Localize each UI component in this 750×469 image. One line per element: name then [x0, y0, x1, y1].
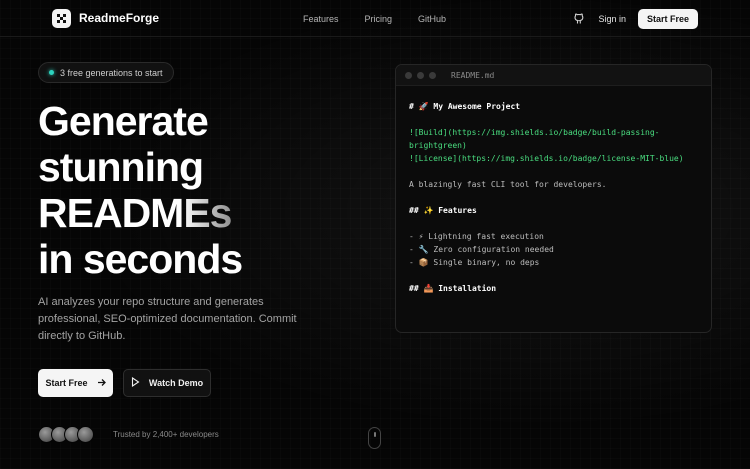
code-line: - ⚡ Lightning fast execution: [409, 232, 544, 241]
github-icon[interactable]: [572, 12, 586, 26]
code-line: # 🚀 My Awesome Project: [409, 102, 521, 111]
code-body: # 🚀 My Awesome Project ![Build](https://i…: [396, 86, 711, 295]
start-free-button[interactable]: Start Free: [38, 369, 113, 397]
nav-link-pricing[interactable]: Pricing: [365, 14, 393, 24]
code-line: - 🔧 Zero configuration needed: [409, 245, 554, 254]
developer-avatars: [38, 426, 94, 443]
arrow-right-icon: [97, 378, 106, 389]
headline-line-3: READMEs: [38, 190, 242, 236]
nav-link-features[interactable]: Features: [303, 14, 339, 24]
window-dot-icon: [405, 71, 412, 79]
window-titlebar: README.md: [396, 65, 711, 86]
status-dot-icon: [49, 70, 54, 75]
headline-line-4: in seconds: [38, 236, 243, 282]
start-free-label: Start Free: [45, 378, 88, 388]
file-name: README.md: [451, 70, 495, 80]
code-line: ## ✨ Features: [409, 206, 477, 215]
badge-text: 3 free generations to start: [60, 67, 163, 78]
code-line: ## 📥 Installation: [409, 284, 497, 293]
hero-subtext: AI analyzes your repo structure and gene…: [38, 296, 297, 342]
code-line: ![Build](https://img.shields.io/badge/bu…: [409, 128, 660, 137]
avatar: [77, 426, 94, 443]
signin-link[interactable]: Sign in: [598, 14, 626, 24]
nav-links: Features Pricing GitHub: [303, 0, 446, 37]
free-generations-badge: 3 free generations to start: [38, 62, 174, 83]
brand-name: ReadmeForge: [79, 11, 160, 25]
hero-headline: Generate stunning READMEs in seconds: [38, 98, 243, 282]
code-line: ![License](https://img.shields.io/badge/…: [409, 154, 684, 163]
window-dot-icon: [429, 71, 436, 79]
nav-start-free-button[interactable]: Start Free: [637, 8, 698, 29]
readme-preview-window: README.md # 🚀 My Awesome Project ![Build]…: [395, 64, 712, 333]
code-line: brightgreen): [409, 141, 467, 150]
top-nav: ReadmeForge Features Pricing GitHub Sign…: [0, 0, 750, 37]
play-icon: [131, 376, 140, 389]
nav-link-github[interactable]: GitHub: [418, 14, 446, 24]
trusted-by-text: Trusted by 2,400+ developers: [113, 430, 219, 439]
headline-line-1: Generate: [38, 98, 209, 144]
nav-actions: Sign in Start Free: [572, 0, 698, 37]
watch-demo-button[interactable]: Watch Demo: [123, 369, 211, 397]
watch-demo-label: Watch Demo: [148, 378, 204, 388]
code-line: A blazingly fast CLI tool for developers…: [409, 180, 607, 189]
window-dot-icon: [417, 71, 424, 79]
logo-icon: [52, 8, 71, 28]
brand[interactable]: ReadmeForge: [52, 8, 160, 28]
scroll-indicator-icon[interactable]: [368, 427, 381, 449]
code-line: - 📦 Single binary, no deps: [409, 258, 540, 267]
headline-line-2: stunning: [38, 144, 204, 190]
